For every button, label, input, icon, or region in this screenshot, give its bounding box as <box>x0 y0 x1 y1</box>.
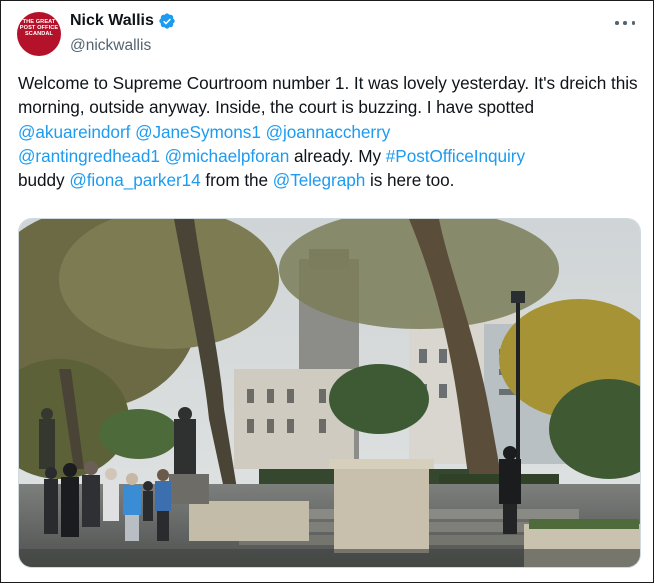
mention-link[interactable]: @rantingredhead1 <box>18 146 160 166</box>
avatar[interactable]: THE GREAT POST OFFICE SCANDAL <box>17 12 61 56</box>
tweet-text-part: already. My <box>289 145 386 166</box>
tweet-text-part: buddy <box>18 170 70 191</box>
mention-link[interactable]: @akuareindorf <box>18 122 130 142</box>
author-handle[interactable]: @nickwallis <box>70 37 151 55</box>
tweet-text-part: Welcome to Supreme Courtroom number 1. I… <box>18 73 638 118</box>
author-name-row: Nick Wallis <box>70 12 176 30</box>
mention-link[interactable]: @michaelpforan <box>165 146 290 166</box>
verified-badge-icon[interactable] <box>158 12 176 30</box>
tweet-text-part: from the <box>200 170 273 191</box>
mention-link[interactable]: @Telegraph <box>273 170 365 190</box>
tweet-text-part: is here too. <box>365 170 455 191</box>
mention-link[interactable]: @joannaccherry <box>266 122 391 142</box>
author-display-name[interactable]: Nick Wallis <box>70 12 154 30</box>
hashtag-link[interactable]: #PostOfficeInquiry <box>386 146 525 166</box>
tweet-card: THE GREAT POST OFFICE SCANDAL Nick Walli… <box>0 0 654 583</box>
tweet-photo[interactable] <box>18 218 641 568</box>
mention-link[interactable]: @JaneSymons1 <box>135 122 261 142</box>
dot <box>615 21 619 25</box>
avatar-logo-text: THE GREAT POST OFFICE SCANDAL <box>19 19 59 38</box>
tweet-text: Welcome to Supreme Courtroom number 1. I… <box>18 71 638 192</box>
more-options-icon[interactable] <box>615 15 635 31</box>
mention-link[interactable]: @fiona_parker14 <box>69 170 200 190</box>
dot <box>623 21 627 25</box>
dot <box>631 21 635 25</box>
photo-square-scene <box>19 219 640 567</box>
